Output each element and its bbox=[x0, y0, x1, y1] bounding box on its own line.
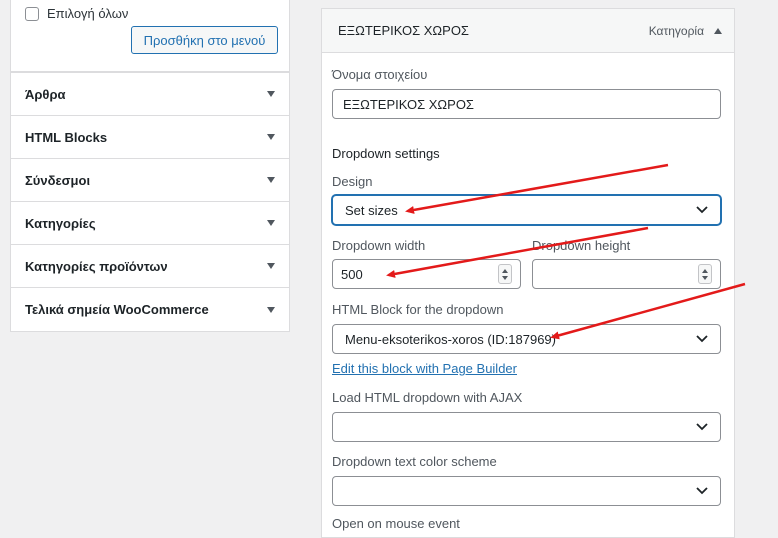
accordion-item-woocommerce-endpoints[interactable]: Τελικά σημεία WooCommerce bbox=[11, 288, 289, 331]
caret-down-icon bbox=[267, 134, 275, 140]
caret-down-icon bbox=[267, 177, 275, 183]
accordion-item-label: Σύνδεσμοι bbox=[25, 172, 91, 188]
menu-sources-accordion: Άρθρα HTML Blocks Σύνδεσμοι Κατηγορίες Κ… bbox=[10, 72, 290, 332]
ajax-label: Load HTML dropdown with AJAX bbox=[332, 390, 523, 405]
design-label: Design bbox=[332, 174, 373, 189]
dropdown-width-value: 500 bbox=[341, 266, 363, 282]
menu-items-box: Επιλογή όλων Προσθήκη στο μενού bbox=[10, 0, 290, 72]
accordion-item-label: Τελικά σημεία WooCommerce bbox=[25, 302, 209, 317]
menu-item-title: ΕΞΩΤΕΡΙΚΟΣ ΧΩΡΟΣ bbox=[338, 23, 469, 38]
select-all-label: Επιλογή όλων bbox=[47, 6, 129, 21]
html-block-select[interactable]: Menu-eksoterikos-xoros (ID:187969) bbox=[332, 324, 721, 354]
caret-down-icon bbox=[267, 306, 275, 313]
accordion-item-links[interactable]: Σύνδεσμοι bbox=[11, 159, 289, 202]
number-spinner[interactable] bbox=[698, 264, 712, 284]
caret-down-icon bbox=[267, 220, 275, 226]
accordion-item-categories[interactable]: Κατηγορίες bbox=[11, 202, 289, 245]
select-all-checkbox[interactable] bbox=[25, 6, 39, 21]
caret-down-icon bbox=[267, 263, 275, 269]
chevron-down-icon bbox=[696, 335, 708, 343]
dropdown-settings-title: Dropdown settings bbox=[332, 146, 440, 161]
chevron-down-icon bbox=[696, 206, 708, 214]
number-spinner[interactable] bbox=[498, 264, 512, 284]
item-name-input[interactable]: ΕΞΩΤΕΡΙΚΟΣ ΧΩΡΟΣ bbox=[332, 89, 721, 119]
design-select[interactable]: Set sizes bbox=[332, 195, 721, 225]
caret-down-icon bbox=[267, 91, 275, 97]
dropdown-width-label: Dropdown width bbox=[332, 238, 426, 253]
ajax-select[interactable] bbox=[332, 412, 721, 442]
accordion-item-label: Κατηγορίες προϊόντων bbox=[25, 258, 168, 274]
edit-block-link[interactable]: Edit this block with Page Builder bbox=[332, 361, 517, 376]
menu-item-header[interactable]: ΕΞΩΤΕΡΙΚΟΣ ΧΩΡΟΣ Κατηγορία bbox=[322, 9, 734, 53]
add-to-menu-button[interactable]: Προσθήκη στο μενού bbox=[131, 26, 278, 54]
menu-item-type: Κατηγορία bbox=[648, 23, 704, 38]
dropdown-height-input[interactable] bbox=[532, 259, 721, 289]
color-scheme-label: Dropdown text color scheme bbox=[332, 454, 497, 469]
accordion-item-html-blocks[interactable]: HTML Blocks bbox=[11, 116, 289, 159]
accordion-item-articles[interactable]: Άρθρα bbox=[11, 73, 289, 116]
design-select-value: Set sizes bbox=[345, 202, 398, 218]
accordion-item-label: Άρθρα bbox=[25, 86, 66, 102]
mouse-event-label: Open on mouse event bbox=[332, 516, 460, 531]
chevron-down-icon bbox=[696, 487, 708, 495]
accordion-item-product-categories[interactable]: Κατηγορίες προϊόντων bbox=[11, 245, 289, 288]
chevron-down-icon bbox=[696, 423, 708, 431]
select-all-row[interactable]: Επιλογή όλων bbox=[25, 6, 128, 21]
caret-up-icon[interactable] bbox=[714, 27, 722, 34]
html-block-label: HTML Block for the dropdown bbox=[332, 302, 504, 317]
html-block-select-value: Menu-eksoterikos-xoros (ID:187969) bbox=[345, 331, 556, 347]
item-name-label: Όνομα στοιχείου bbox=[332, 67, 428, 82]
color-scheme-select[interactable] bbox=[332, 476, 721, 506]
accordion-item-label: Κατηγορίες bbox=[25, 215, 96, 231]
accordion-item-label: HTML Blocks bbox=[25, 129, 108, 145]
dropdown-width-input[interactable]: 500 bbox=[332, 259, 521, 289]
dropdown-height-label: Dropdown height bbox=[532, 238, 631, 253]
